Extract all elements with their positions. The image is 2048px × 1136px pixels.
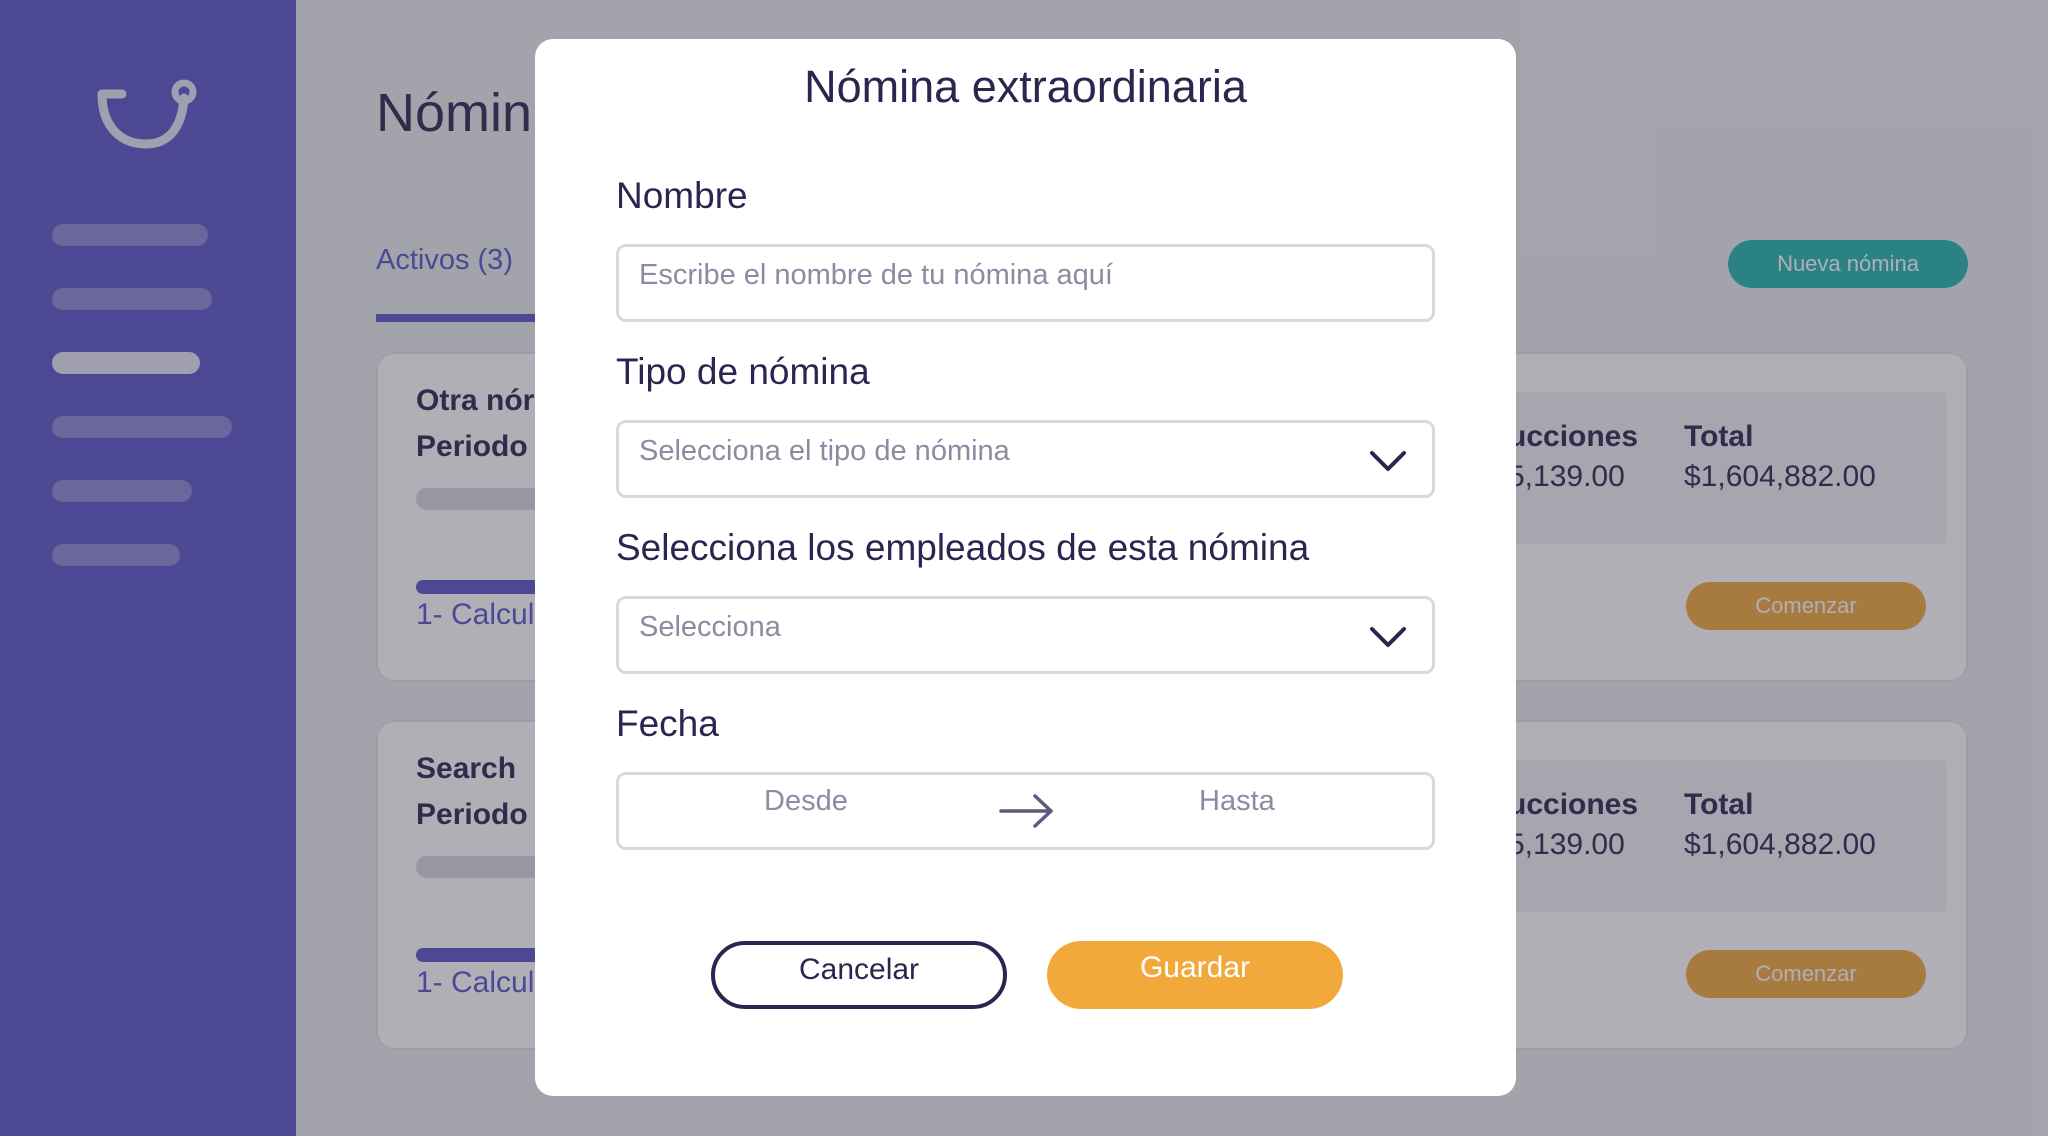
modal-title: Nómina extraordinaria xyxy=(804,61,1247,112)
employees-select[interactable]: Selecciona xyxy=(616,596,1435,674)
chevron-down-icon xyxy=(1370,451,1406,471)
date-to-field[interactable]: Hasta xyxy=(1199,785,1275,818)
name-input-placeholder: Escribe el nombre de tu nómina aquí xyxy=(639,259,1113,291)
date-label: Fecha xyxy=(616,703,719,744)
cancel-button[interactable]: Cancelar xyxy=(711,941,1007,1009)
type-select[interactable]: Selecciona el tipo de nómina xyxy=(616,420,1435,498)
employees-select-placeholder: Selecciona xyxy=(639,611,781,643)
date-range-input[interactable]: Desde Hasta xyxy=(616,772,1435,850)
chevron-down-icon xyxy=(1370,627,1406,647)
date-from-field[interactable]: Desde xyxy=(764,785,848,818)
arrow-right-icon xyxy=(999,794,1053,828)
type-label: Tipo de nómina xyxy=(616,351,870,392)
employees-label: Selecciona los empleados de esta nómina xyxy=(616,527,1310,568)
type-select-placeholder: Selecciona el tipo de nómina xyxy=(639,435,1010,467)
name-label: Nombre xyxy=(616,175,748,216)
save-button[interactable]: Guardar xyxy=(1047,941,1343,1009)
name-input[interactable]: Escribe el nombre de tu nómina aquí xyxy=(616,244,1435,322)
payroll-modal: Nómina extraordinaria Nombre Escribe el … xyxy=(535,39,1516,1096)
